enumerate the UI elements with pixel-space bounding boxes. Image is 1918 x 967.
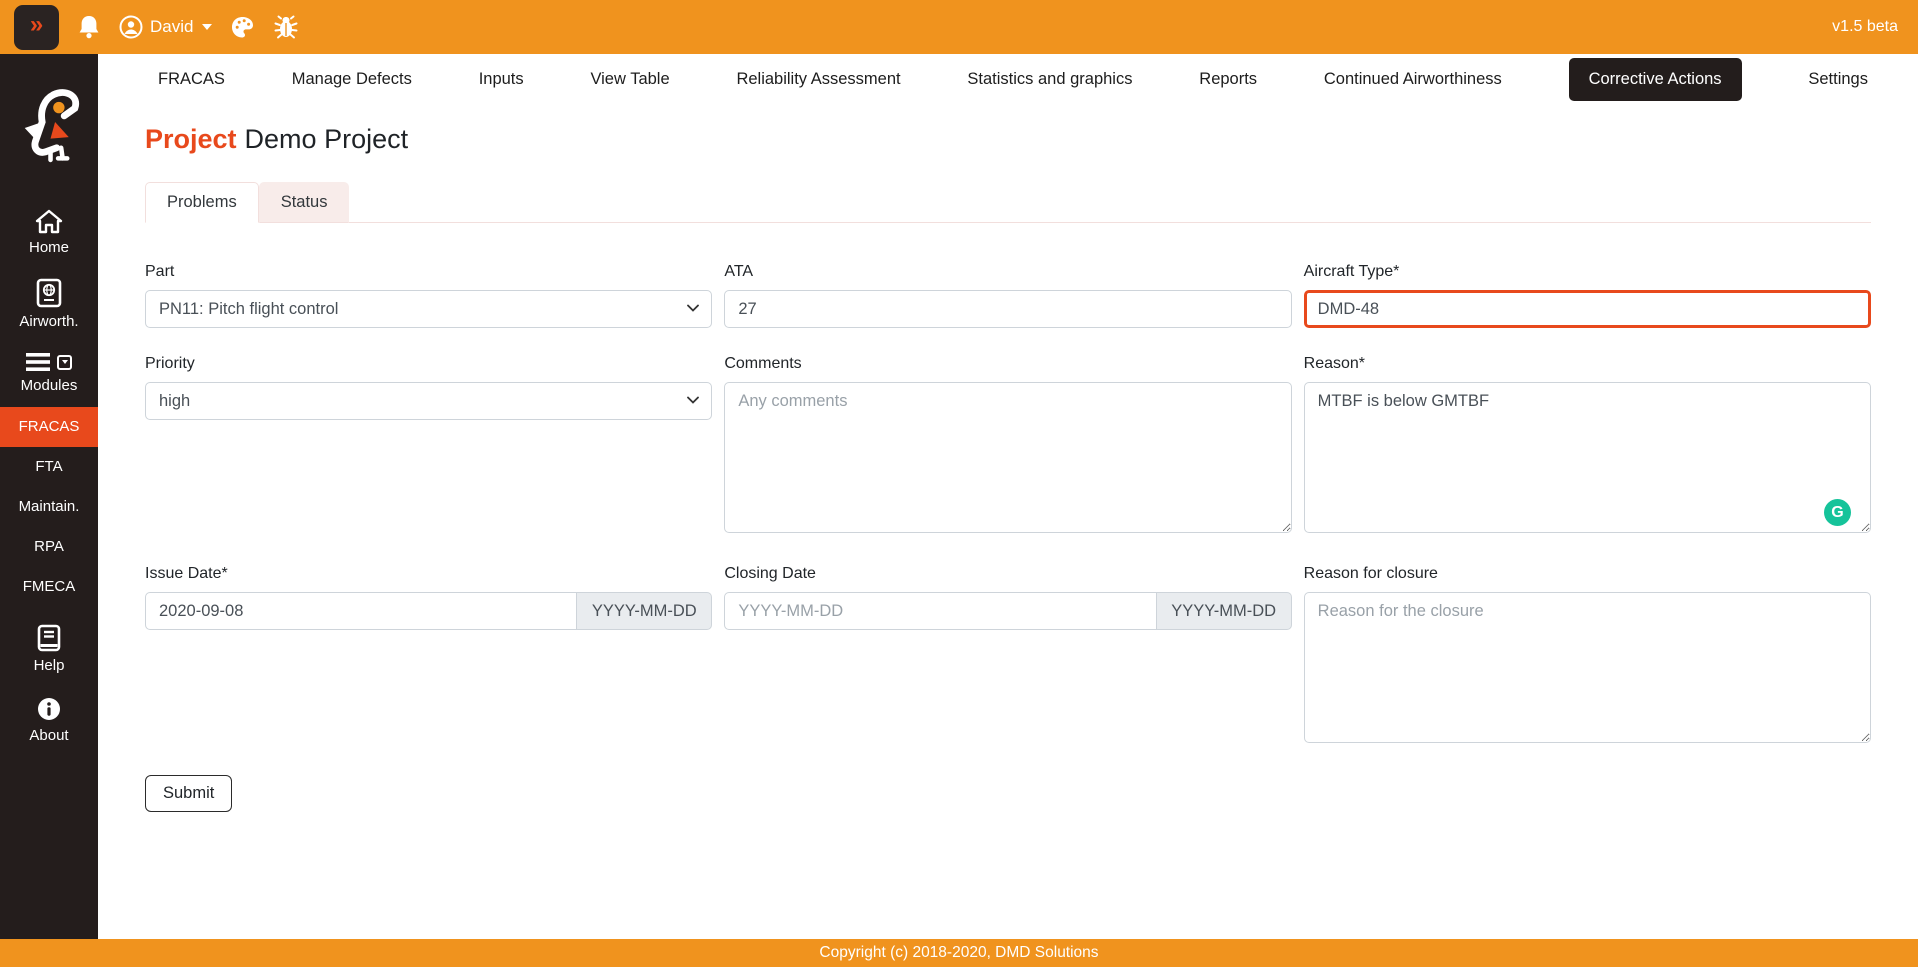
nav-item-corrective-actions[interactable]: Corrective Actions <box>1568 57 1742 101</box>
sidebar-item-rpa[interactable]: RPA <box>0 527 98 567</box>
nav-item-reliability-assessment[interactable]: Reliability Assessment <box>736 70 900 89</box>
module-nav: FRACAS Manage Defects Inputs View Table … <box>98 54 1918 104</box>
page-content: Project Demo Project Problems Status Part… <box>98 124 1918 812</box>
book-icon <box>37 624 61 652</box>
sidebar-item-label: FTA <box>35 458 63 475</box>
problem-form: Part PN11: Pitch flight control ATA Airc… <box>145 263 1871 812</box>
caret-down-icon <box>202 24 213 30</box>
sidebar-item-label: Airworth. <box>19 313 79 330</box>
closing-date-label: Closing Date <box>724 565 816 582</box>
sidebar-item-maintain[interactable]: Maintain. <box>0 487 98 527</box>
top-bar: » David v1.5 beta <box>0 0 1918 54</box>
palette-icon <box>232 16 254 37</box>
main-area: FRACAS Manage Defects Inputs View Table … <box>98 54 1918 939</box>
sidebar-item-label: About <box>29 727 69 744</box>
aircraft-type-input[interactable] <box>1303 290 1871 328</box>
nav-item-manage-defects[interactable]: Manage Defects <box>292 70 412 89</box>
tab-status[interactable]: Status <box>258 182 350 223</box>
info-icon <box>38 698 60 720</box>
field-reason: Reason* MTBF is below GMTBF G <box>1303 355 1871 538</box>
submit-row: Submit <box>145 775 712 812</box>
user-icon <box>119 15 143 39</box>
field-ata: ATA <box>724 263 1292 328</box>
sidebar-item-label: Home <box>28 239 69 256</box>
sidebar: Home Airworth. Modules FRACAS FTA Mainta… <box>0 54 98 939</box>
home-icon <box>35 209 63 234</box>
version-label: v1.5 beta <box>1832 18 1898 35</box>
nav-item-fracas[interactable]: FRACAS <box>158 70 225 89</box>
sidebar-item-label: Modules <box>20 377 78 394</box>
page-title: Project Demo Project <box>145 124 1871 155</box>
part-select[interactable]: PN11: Pitch flight control <box>145 290 713 328</box>
sidebar-expand-button[interactable]: » <box>14 4 59 50</box>
sidebar-item-fta[interactable]: FTA <box>0 447 98 487</box>
closing-date-input[interactable] <box>724 592 1157 630</box>
sidebar-item-help[interactable]: Help <box>0 615 98 687</box>
field-aircraft-type: Aircraft Type* <box>1303 263 1871 328</box>
comments-label: Comments <box>724 355 802 372</box>
sidebar-item-label: RPA <box>34 538 64 555</box>
logo-bird-icon <box>24 89 80 163</box>
issue-date-format-addon: YYYY-MM-DD <box>577 592 713 630</box>
closure-reason-label: Reason for closure <box>1303 565 1438 582</box>
dropdown-caret-icon[interactable] <box>57 354 72 370</box>
sidebar-item-fracas[interactable]: FRACAS <box>0 407 98 447</box>
ata-input[interactable] <box>724 290 1292 328</box>
issue-date-input[interactable] <box>145 592 578 630</box>
tab-problems[interactable]: Problems <box>145 182 259 223</box>
copyright-text: Copyright (c) 2018-2020, DMD Solutions <box>819 944 1099 961</box>
sidebar-item-fmeca[interactable]: FMECA <box>0 567 98 607</box>
footer: Copyright (c) 2018-2020, DMD Solutions <box>0 939 1918 967</box>
priority-select[interactable]: high <box>145 382 713 420</box>
sidebar-item-label: FRACAS <box>18 418 80 435</box>
field-closure-reason: Reason for closure <box>1303 565 1871 748</box>
bell-icon <box>79 16 99 39</box>
part-label: Part <box>145 263 175 280</box>
sidebar-item-modules[interactable]: Modules <box>0 343 98 407</box>
sidebar-item-label: FMECA <box>22 578 76 595</box>
priority-label: Priority <box>145 355 195 372</box>
user-name: David <box>150 17 194 36</box>
nav-item-inputs[interactable]: Inputs <box>479 70 524 89</box>
sidebar-item-airworthiness[interactable]: Airworth. <box>0 269 98 343</box>
bug-icon <box>274 15 298 39</box>
closing-date-format-addon: YYYY-MM-DD <box>1156 592 1292 630</box>
submit-button[interactable]: Submit <box>145 775 233 812</box>
page-title-prefix: Project <box>145 124 237 154</box>
collapse-chevrons-icon: » <box>29 11 44 38</box>
sidebar-item-home[interactable]: Home <box>0 200 98 269</box>
reason-textarea[interactable]: MTBF is below GMTBF <box>1303 382 1871 533</box>
nav-item-reports[interactable]: Reports <box>1199 70 1257 89</box>
ata-label: ATA <box>724 263 754 280</box>
nav-item-view-table[interactable]: View Table <box>590 70 669 89</box>
grammarly-icon[interactable]: G <box>1823 499 1851 526</box>
issue-date-label: Issue Date* <box>145 565 228 582</box>
user-menu[interactable]: David <box>119 15 213 39</box>
notifications-button[interactable] <box>77 14 101 40</box>
nav-item-statistics-and-graphics[interactable]: Statistics and graphics <box>967 70 1132 89</box>
sidebar-item-label: Maintain. <box>18 498 80 515</box>
page-title-name: Demo Project <box>244 124 409 154</box>
tab-strip: Problems Status <box>145 181 1871 223</box>
nav-item-continued-airworthiness[interactable]: Continued Airworthiness <box>1324 70 1502 89</box>
sidebar-item-label: Help <box>33 657 65 674</box>
nav-item-settings[interactable]: Settings <box>1808 70 1868 89</box>
comments-textarea[interactable] <box>724 382 1292 533</box>
field-comments: Comments <box>724 355 1292 538</box>
field-issue-date: Issue Date* YYYY-MM-DD <box>145 565 713 630</box>
sidebar-item-about[interactable]: About <box>0 687 98 757</box>
menu-icon <box>26 353 50 371</box>
field-priority: Priority high <box>145 355 713 420</box>
theme-button[interactable] <box>230 15 255 40</box>
app-logo[interactable] <box>11 84 87 166</box>
closure-reason-textarea[interactable] <box>1303 592 1871 743</box>
field-part: Part PN11: Pitch flight control <box>145 263 713 328</box>
aircraft-type-label: Aircraft Type* <box>1303 263 1400 280</box>
passport-icon <box>36 278 62 308</box>
debug-button[interactable] <box>273 14 299 40</box>
reason-label: Reason* <box>1303 355 1366 372</box>
field-closing-date: Closing Date YYYY-MM-DD <box>724 565 1292 630</box>
